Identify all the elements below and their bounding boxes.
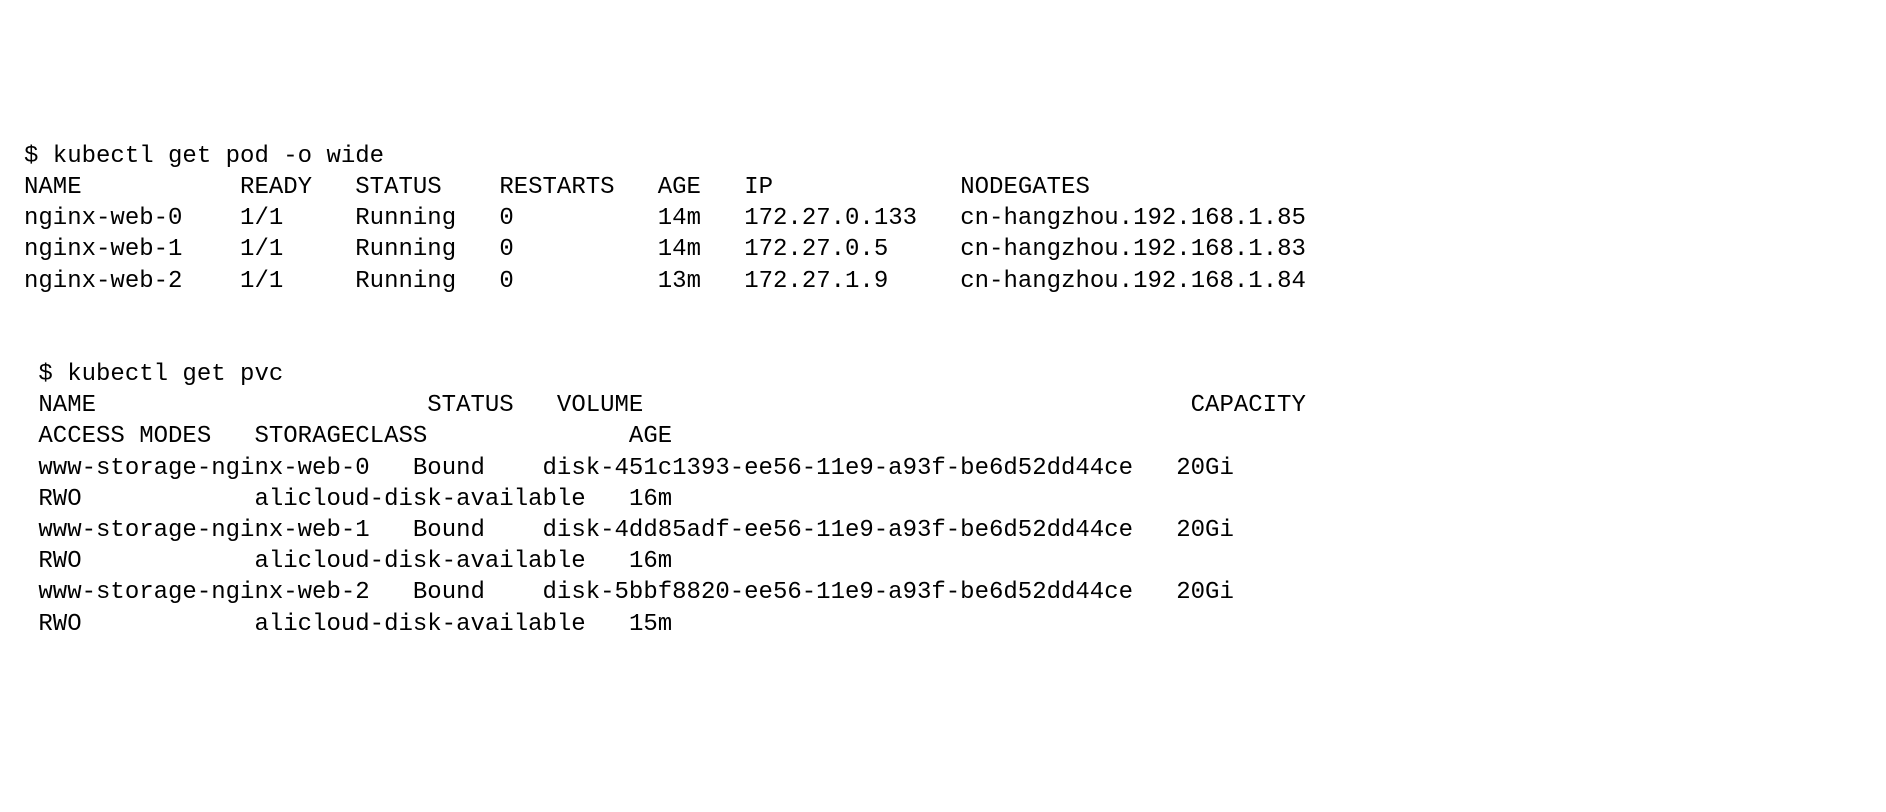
pvc-volume: disk-4dd85adf-ee56-11e9-a93f-be6d52dd44c… <box>543 517 1134 544</box>
pod-ip: 172.27.1.9 <box>744 268 888 295</box>
pod-node: cn-hangzhou.192.168.1.84 <box>960 268 1306 295</box>
pvc-capacity: 20Gi <box>1176 579 1234 606</box>
pvc-volume: disk-451c1393-ee56-11e9-a93f-be6d52dd44c… <box>543 455 1134 482</box>
pod-name: nginx-web-1 <box>24 236 182 263</box>
pvc-storageclass: alicloud-disk-available <box>254 548 585 575</box>
pod-age: 13m <box>658 268 701 295</box>
pod-header-age: AGE <box>658 174 701 201</box>
pvc-name: www-storage-nginx-web-0 <box>38 455 369 482</box>
pvc-header-status: STATUS <box>427 392 513 419</box>
pvc-name: www-storage-nginx-web-2 <box>38 579 369 606</box>
pvc-capacity: 20Gi <box>1176 517 1234 544</box>
terminal-output: $ kubectl get pod -o wide NAME READY STA… <box>24 141 1862 640</box>
pod-status: Running <box>355 205 456 232</box>
pvc-header-name: NAME <box>38 392 96 419</box>
pod-ip: 172.27.0.5 <box>744 236 888 263</box>
pod-ready: 1/1 <box>240 205 283 232</box>
pod-header-ip: IP <box>744 174 773 201</box>
pod-restarts: 0 <box>499 268 513 295</box>
pvc-access: RWO <box>38 611 81 638</box>
pod-name: nginx-web-2 <box>24 268 182 295</box>
pod-status: Running <box>355 236 456 263</box>
pod-age: 14m <box>658 236 701 263</box>
pod-restarts: 0 <box>499 205 513 232</box>
pvc-age: 16m <box>629 548 672 575</box>
command-line: $ kubectl get pod -o wide <box>24 143 384 170</box>
pod-name: nginx-web-0 <box>24 205 182 232</box>
pvc-header-storageclass: STORAGECLASS <box>254 423 427 450</box>
pod-ip: 172.27.0.133 <box>744 205 917 232</box>
pvc-name: www-storage-nginx-web-1 <box>38 517 369 544</box>
pvc-status: Bound <box>413 579 485 606</box>
pod-ready: 1/1 <box>240 236 283 263</box>
pvc-capacity: 20Gi <box>1176 455 1234 482</box>
pvc-volume: disk-5bbf8820-ee56-11e9-a93f-be6d52dd44c… <box>543 579 1134 606</box>
pod-header-status: STATUS <box>355 174 441 201</box>
pod-ready: 1/1 <box>240 268 283 295</box>
pod-age: 14m <box>658 205 701 232</box>
pod-header-node: NODEGATES <box>960 174 1090 201</box>
pod-status: Running <box>355 268 456 295</box>
pvc-storageclass: alicloud-disk-available <box>254 611 585 638</box>
pvc-status: Bound <box>413 517 485 544</box>
pvc-header-access: ACCESS MODES <box>38 423 211 450</box>
pod-node: cn-hangzhou.192.168.1.85 <box>960 205 1306 232</box>
pod-header-ready: READY <box>240 174 312 201</box>
pvc-status: Bound <box>413 455 485 482</box>
pvc-age: 15m <box>629 611 672 638</box>
pvc-access: RWO <box>38 486 81 513</box>
pvc-header-age: AGE <box>629 423 672 450</box>
pvc-storageclass: alicloud-disk-available <box>254 486 585 513</box>
pod-restarts: 0 <box>499 236 513 263</box>
pod-header-name: NAME <box>24 174 82 201</box>
pod-header-restarts: RESTARTS <box>499 174 614 201</box>
pvc-access: RWO <box>38 548 81 575</box>
pvc-header-capacity: CAPACITY <box>1191 392 1306 419</box>
pod-node: cn-hangzhou.192.168.1.83 <box>960 236 1306 263</box>
pvc-header-volume: VOLUME <box>557 392 643 419</box>
command-line: $ kubectl get pvc <box>38 361 283 388</box>
pvc-age: 16m <box>629 486 672 513</box>
